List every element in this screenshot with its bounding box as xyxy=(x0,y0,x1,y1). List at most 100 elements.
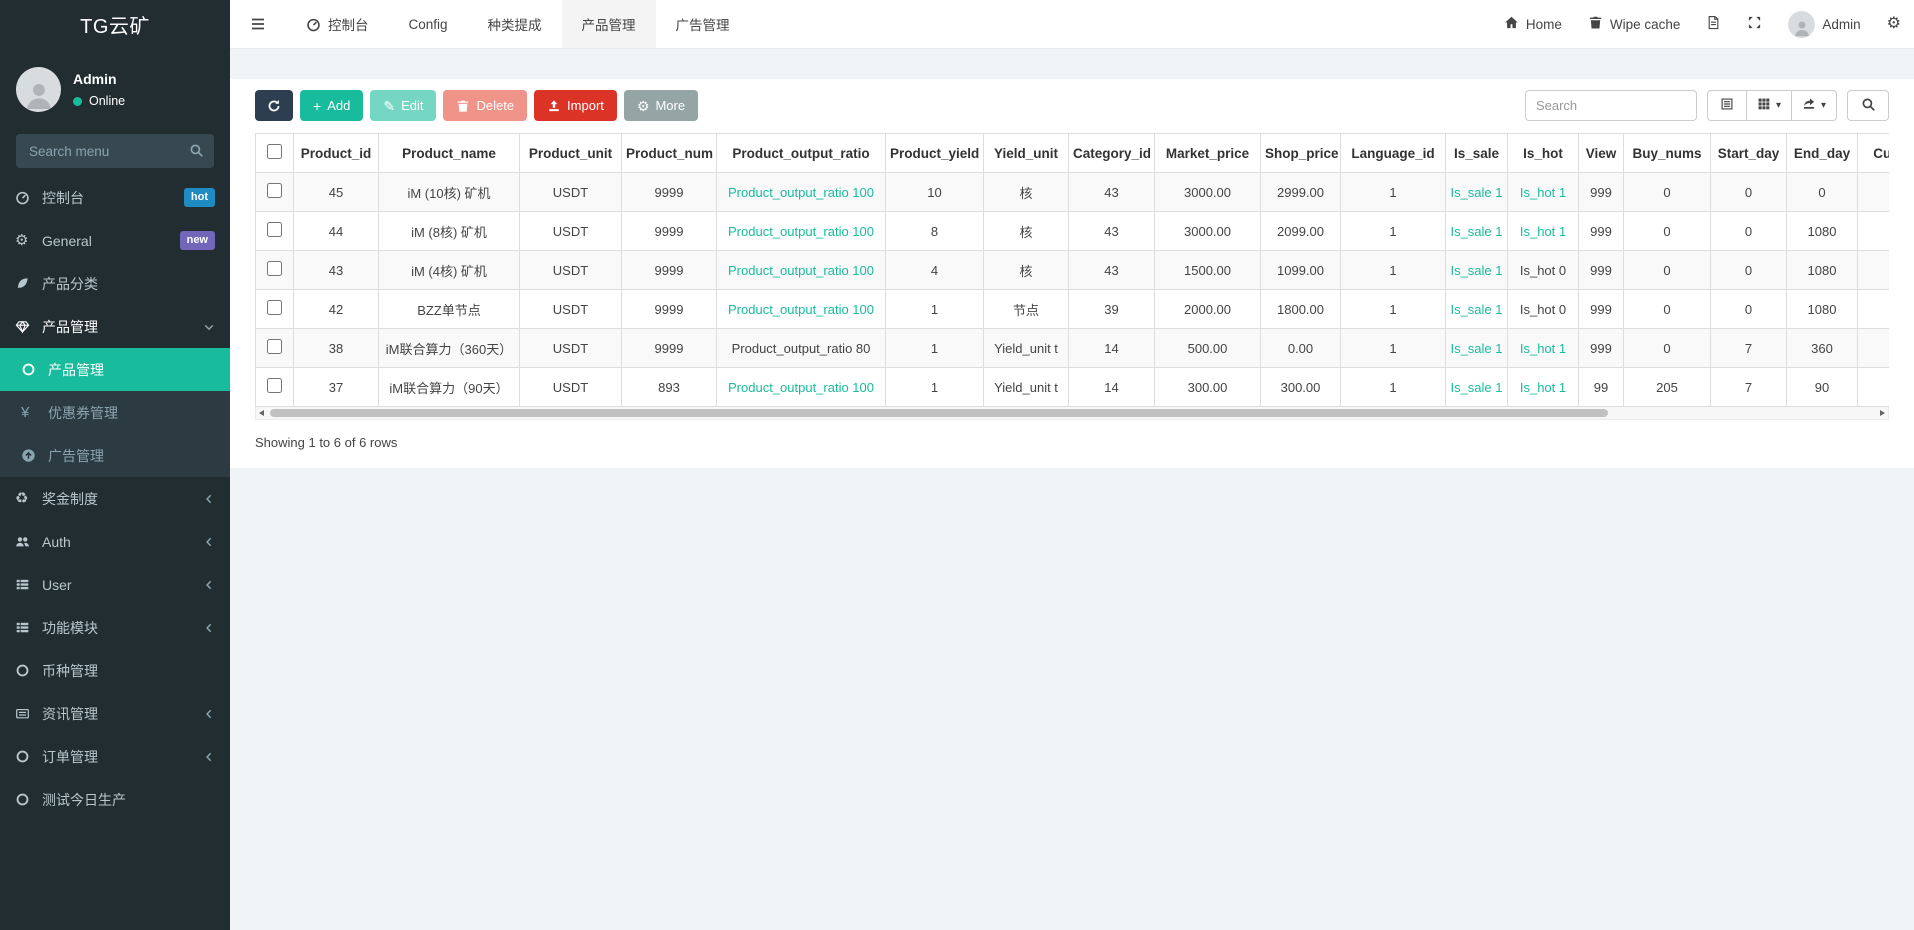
column-header[interactable]: Is_sale xyxy=(1446,134,1508,173)
sidebar-item-sub[interactable]: 产品管理 xyxy=(0,348,230,391)
column-header[interactable]: Buy_nums xyxy=(1624,134,1711,173)
export-button[interactable]: ▾ xyxy=(1791,90,1837,121)
table-cell: 43 xyxy=(1069,173,1155,212)
table-cell: 节点 xyxy=(984,290,1069,329)
trash-icon xyxy=(1588,15,1603,33)
brand-title[interactable]: TG云矿 xyxy=(0,0,230,55)
sidebar-item[interactable]: 币种管理 xyxy=(0,649,230,692)
delete-button[interactable]: Delete xyxy=(443,90,527,121)
row-checkbox[interactable] xyxy=(267,378,282,393)
edit-button[interactable]: ✎Edit xyxy=(370,90,436,121)
column-header[interactable]: End_day xyxy=(1787,134,1858,173)
row-checkbox[interactable] xyxy=(267,183,282,198)
pagination-summary: Showing 1 to 6 of 6 rows xyxy=(255,435,1889,450)
column-header[interactable]: Product_name xyxy=(379,134,520,173)
sidebar-item[interactable]: 产品分类 xyxy=(0,262,230,305)
tab-Config[interactable]: Config xyxy=(389,0,468,48)
table-cell[interactable]: Product_output_ratio 100 xyxy=(717,173,886,212)
sidebar-item[interactable]: ⚙Generalnew xyxy=(0,219,230,262)
profile-button[interactable]: Admin xyxy=(1775,0,1873,48)
table-cell[interactable]: Product_output_ratio 100 xyxy=(717,251,886,290)
columns-button[interactable]: ▾ xyxy=(1746,90,1792,121)
sidebar-item[interactable]: 测试今日生产 xyxy=(0,778,230,821)
tab-产品管理[interactable]: 产品管理 xyxy=(562,0,656,48)
table-cell: 9999 xyxy=(622,212,717,251)
search-icon[interactable] xyxy=(189,143,204,161)
column-header[interactable]: View xyxy=(1579,134,1624,173)
chevron-down-icon xyxy=(203,321,215,333)
table-cell: 核 xyxy=(984,251,1069,290)
table-cell[interactable]: Is_hot 1 xyxy=(1508,329,1579,368)
tab-label: Config xyxy=(409,17,448,32)
column-header[interactable]: Product_output_ratio xyxy=(717,134,886,173)
column-header[interactable]: Product_yield xyxy=(886,134,984,173)
column-header[interactable]: Is_hot xyxy=(1508,134,1579,173)
column-header[interactable]: Yield_unit xyxy=(984,134,1069,173)
table-cell[interactable]: Product_output_ratio 100 xyxy=(717,290,886,329)
sidebar-search-input[interactable] xyxy=(16,134,214,168)
wipe-cache-button[interactable]: Wipe cache xyxy=(1575,0,1694,48)
import-button[interactable]: Import xyxy=(534,90,617,121)
search-button[interactable] xyxy=(1847,90,1889,121)
horizontal-scrollbar[interactable] xyxy=(255,407,1889,420)
column-header[interactable]: Product_unit xyxy=(520,134,622,173)
sidebar-item[interactable]: 功能模块 xyxy=(0,606,230,649)
search-icon xyxy=(1861,97,1876,115)
table-cell: 38 xyxy=(294,329,379,368)
settings-button[interactable]: ⚙ xyxy=(1874,0,1914,48)
sidebar-item[interactable]: ♻奖金制度 xyxy=(0,477,230,520)
refresh-button[interactable] xyxy=(255,90,293,121)
sidebar-item[interactable]: 资讯管理 xyxy=(0,692,230,735)
table-cell[interactable]: Product_output_ratio 100 xyxy=(717,368,886,407)
table-cell[interactable]: Is_sale 1 xyxy=(1446,290,1508,329)
table-cell[interactable]: Is_sale 1 xyxy=(1446,173,1508,212)
row-checkbox[interactable] xyxy=(267,261,282,276)
column-header[interactable]: Start_day xyxy=(1711,134,1787,173)
column-header[interactable]: Market_price xyxy=(1155,134,1261,173)
select-all-header[interactable] xyxy=(256,134,294,173)
column-header[interactable]: Product_id xyxy=(294,134,379,173)
add-button[interactable]: +Add xyxy=(300,90,363,121)
fullscreen-button[interactable] xyxy=(1734,0,1775,48)
column-header[interactable]: Shop_price xyxy=(1261,134,1341,173)
column-header[interactable]: Category_id xyxy=(1069,134,1155,173)
table-cell[interactable]: Is_hot 1 xyxy=(1508,212,1579,251)
table-cell[interactable]: Is_sale 1 xyxy=(1446,329,1508,368)
more-button[interactable]: ⚙More xyxy=(624,90,698,121)
sidebar-item-sub[interactable]: 广告管理 xyxy=(0,434,230,477)
column-header[interactable]: Product_num xyxy=(622,134,717,173)
table-cell[interactable]: Is_hot 1 xyxy=(1508,173,1579,212)
scrollbar-thumb[interactable] xyxy=(270,409,1608,417)
home-button[interactable]: Home xyxy=(1491,0,1575,48)
select-all-checkbox[interactable] xyxy=(267,144,282,159)
tab-广告管理[interactable]: 广告管理 xyxy=(656,0,750,48)
sidebar-item[interactable]: User xyxy=(0,563,230,606)
chevron-left-icon xyxy=(203,579,215,591)
scroll-left-arrow-icon[interactable] xyxy=(259,410,264,416)
chevron-left-icon xyxy=(203,751,215,763)
table-cell[interactable]: Is_sale 1 xyxy=(1446,251,1508,290)
sidebar-item[interactable]: 产品管理 xyxy=(0,305,230,348)
sidebar-item[interactable]: 控制台hot xyxy=(0,176,230,219)
table-search-input[interactable] xyxy=(1525,90,1697,121)
tab-label: 产品管理 xyxy=(582,14,636,34)
table-cell[interactable]: Product_output_ratio 100 xyxy=(717,212,886,251)
column-header[interactable]: Language_id xyxy=(1341,134,1446,173)
row-checkbox-cell xyxy=(256,173,294,212)
table-cell[interactable]: Is_hot 1 xyxy=(1508,368,1579,407)
scroll-right-arrow-icon[interactable] xyxy=(1880,410,1885,416)
menu-toggle-icon[interactable] xyxy=(230,0,286,48)
tab-种类提成[interactable]: 种类提成 xyxy=(468,0,562,48)
row-checkbox[interactable] xyxy=(267,222,282,237)
language-button[interactable] xyxy=(1693,0,1734,48)
table-cell[interactable]: Is_sale 1 xyxy=(1446,368,1508,407)
sidebar-item[interactable]: Auth xyxy=(0,520,230,563)
table-cell[interactable]: Is_sale 1 xyxy=(1446,212,1508,251)
sidebar-item-sub[interactable]: ¥优惠券管理 xyxy=(0,391,230,434)
tab-控制台[interactable]: 控制台 xyxy=(286,0,389,48)
row-checkbox[interactable] xyxy=(267,339,282,354)
column-header[interactable]: Curr xyxy=(1858,134,1890,173)
sidebar-item[interactable]: 订单管理 xyxy=(0,735,230,778)
row-checkbox[interactable] xyxy=(267,300,282,315)
detail-view-button[interactable] xyxy=(1707,90,1747,121)
